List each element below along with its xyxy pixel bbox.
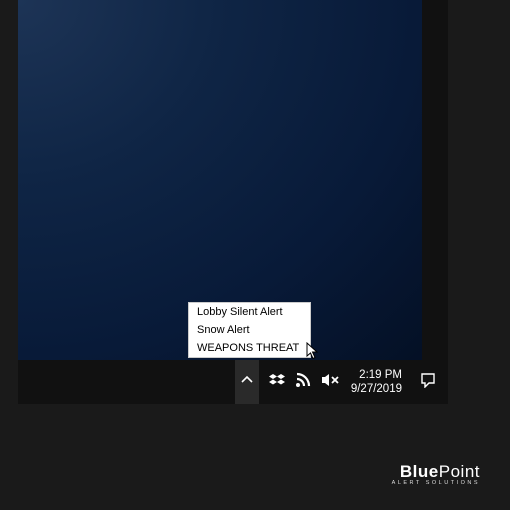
action-center-button[interactable]	[414, 372, 442, 393]
menu-item-lobby-silent-alert[interactable]: Lobby Silent Alert	[189, 303, 310, 321]
mouse-cursor-icon	[306, 342, 320, 365]
screenshot-frame: Lobby Silent Alert Snow Alert WEAPONS TH…	[18, 0, 448, 404]
brand-name: BluePoint	[392, 462, 480, 482]
volume-muted-icon	[321, 372, 339, 393]
brand-subtitle: ALERT SOLUTIONS	[392, 480, 480, 486]
tray-overflow-button[interactable]	[235, 360, 259, 404]
notification-center-icon	[420, 372, 436, 393]
wifi-rss-icon	[295, 372, 311, 393]
network-tray-icon[interactable]	[295, 372, 311, 393]
brand-word-2: Point	[439, 462, 480, 481]
brand-watermark: BluePoint ALERT SOLUTIONS	[392, 462, 480, 486]
tray-context-menu: Lobby Silent Alert Snow Alert WEAPONS TH…	[188, 302, 311, 358]
dropbox-tray-icon[interactable]	[269, 372, 285, 393]
clock-time: 2:19 PM	[351, 368, 402, 382]
clock-date: 9/27/2019	[351, 382, 402, 396]
taskbar: 2:19 PM 9/27/2019	[18, 360, 448, 404]
taskbar-clock[interactable]: 2:19 PM 9/27/2019	[349, 368, 404, 397]
dropbox-icon	[269, 372, 285, 393]
brand-word-1: Blue	[400, 462, 439, 481]
chevron-up-icon	[241, 373, 253, 391]
volume-tray-icon[interactable]	[321, 372, 339, 393]
system-tray: 2:19 PM 9/27/2019	[235, 360, 448, 404]
menu-item-snow-alert[interactable]: Snow Alert	[189, 321, 310, 339]
menu-item-weapons-threat[interactable]: WEAPONS THREAT	[189, 339, 310, 357]
